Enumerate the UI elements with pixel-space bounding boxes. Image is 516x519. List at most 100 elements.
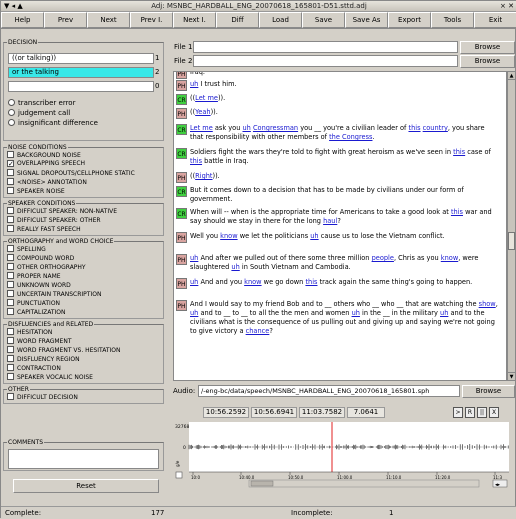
utterance-text[interactable]: ((Let me)). — [190, 94, 500, 103]
audio-browse-button[interactable]: Browse — [462, 385, 515, 398]
pause-button[interactable]: || — [477, 407, 487, 418]
speaker-tag[interactable]: PH — [176, 72, 187, 79]
checkbox-word-fragment[interactable]: WORD FRAGMENT — [7, 337, 72, 346]
radio-transcriber-error[interactable]: transcriber error — [8, 99, 75, 108]
utterance-text[interactable]: uh I trust him. — [190, 80, 500, 89]
checkbox-other-orthography[interactable]: OTHER ORTHOGRAPHY — [7, 263, 86, 272]
checkbox-punctuation[interactable]: PUNCTUATION — [7, 299, 60, 308]
checkbox-uncertain-transcription[interactable]: UNCERTAIN TRANSCRIPTION — [7, 290, 101, 299]
checkbox-icon[interactable] — [7, 225, 14, 232]
file2-browse-button[interactable]: Browse — [460, 55, 515, 68]
toolbar-button-prev[interactable]: Prev — [44, 12, 87, 28]
checkbox-icon[interactable] — [7, 272, 14, 279]
checkbox-compound-word[interactable]: COMPOUND WORD — [7, 254, 74, 263]
checkbox-icon[interactable] — [7, 187, 14, 194]
checkbox-speaker-noise[interactable]: SPEAKER NOISE — [7, 187, 65, 196]
utterance-text[interactable]: When will -- when is the appropriate tim… — [190, 208, 500, 226]
checkbox-icon[interactable] — [7, 393, 14, 400]
toolbar-button-next-i-[interactable]: Next I. — [173, 12, 216, 28]
checkbox-icon[interactable] — [7, 337, 14, 344]
decision-option-2[interactable]: or the talking — [8, 67, 154, 78]
scroll-down-icon[interactable]: ▼ — [508, 372, 515, 380]
waveform-hscroll[interactable] — [248, 479, 480, 488]
utterance-text[interactable]: But it comes down to a decision that has… — [190, 186, 500, 204]
scroll-up-icon[interactable]: ▲ — [508, 72, 515, 80]
speaker-tag[interactable]: PH — [176, 232, 187, 243]
checkbox-icon[interactable] — [7, 263, 14, 270]
file2-field[interactable] — [193, 55, 458, 67]
checkbox-icon[interactable] — [7, 178, 14, 185]
speaker-tag[interactable]: CR — [176, 124, 187, 135]
scroll-arrows-icon[interactable]: ◂▸ — [495, 482, 501, 488]
toolbar-button-diff[interactable]: Diff — [216, 12, 259, 28]
checkbox-unknown-word[interactable]: UNKNOWN WORD — [7, 281, 71, 290]
checkbox-icon[interactable] — [7, 281, 14, 288]
audio-path-field[interactable]: /-eng-bc/data/speech/MSNBC_HARDBALL_ENG_… — [198, 385, 460, 397]
utterance-text[interactable]: Iraq. — [190, 72, 500, 77]
checkbox-hesitation[interactable]: HESITATION — [7, 328, 52, 337]
utterance-text[interactable]: ((Yeah)). — [190, 108, 500, 117]
checkbox-proper-name[interactable]: PROPER NAME — [7, 272, 61, 281]
checkbox-difficult-speaker-other[interactable]: DIFFICULT SPEAKER: OTHER — [7, 216, 101, 225]
waveform-display[interactable]: 32768 0 g/e 10:0 10:40.0 10:50.0 11:00.0 11:… — [175, 422, 509, 490]
checkbox-capitalization[interactable]: CAPITALIZATION — [7, 308, 66, 317]
utterance-text[interactable]: Let me ask you uh Congressman you __ you… — [190, 124, 500, 142]
checkbox-icon[interactable] — [7, 355, 14, 362]
toolbar-button-exit[interactable]: Exit — [474, 12, 516, 28]
checkbox-icon[interactable] — [7, 346, 14, 353]
speaker-tag[interactable]: PH — [176, 80, 187, 91]
checkbox-background-noise[interactable]: BACKGROUND NOISE — [7, 151, 81, 160]
checkbox-signal-dropouts-cellphone-static[interactable]: SIGNAL DROPOUTS/CELLPHONE STATIC — [7, 169, 135, 178]
checkbox-icon[interactable] — [7, 245, 14, 252]
toolbar-button-prev-i-[interactable]: Prev I. — [130, 12, 173, 28]
checkbox-disfluency-region[interactable]: DISFLUENCY REGION — [7, 355, 80, 364]
transcript-scrollbar[interactable]: ▲ ▼ — [507, 71, 516, 381]
checkbox-icon[interactable] — [7, 373, 14, 380]
decision-option-3[interactable] — [8, 81, 154, 92]
utterance-text[interactable]: And I would say to my friend Bob and to … — [190, 300, 500, 336]
checkbox-icon[interactable] — [7, 216, 14, 223]
decision-option-1[interactable]: ((or talking)) — [8, 53, 154, 64]
checkbox-icon[interactable] — [7, 328, 14, 335]
speaker-tag[interactable]: CR — [176, 208, 187, 219]
window-controls[interactable]: × ✕ — [500, 2, 514, 11]
checkbox-speaker-vocalic-noise[interactable]: SPEAKER VOCALIC NOISE — [7, 373, 93, 382]
toolbar-button-save[interactable]: Save — [302, 12, 345, 28]
transcript-pane[interactable]: PH Iraq. PH uh I trust him. CR ((Let me)). PH(… — [173, 71, 507, 381]
file1-field[interactable] — [193, 41, 458, 53]
reset-button[interactable]: Reset — [13, 479, 159, 493]
toolbar-button-next[interactable]: Next — [87, 12, 130, 28]
toolbar-button-load[interactable]: Load — [259, 12, 302, 28]
utterance-text[interactable]: Soldiers fight the wars they're told to … — [190, 148, 500, 166]
checkbox-icon[interactable] — [7, 151, 14, 158]
utterance-text[interactable]: uh And after we pulled out of there some… — [190, 254, 500, 272]
speaker-tag[interactable]: CR — [176, 186, 187, 197]
speaker-tag[interactable]: PH — [176, 108, 187, 119]
radio-circle-icon[interactable] — [8, 109, 15, 116]
checkbox-difficult-speaker-non-native[interactable]: DIFFICULT SPEAKER: NON-NATIVE — [7, 207, 117, 216]
speaker-tag[interactable]: CR — [176, 94, 187, 105]
comments-textarea[interactable] — [8, 449, 159, 469]
checkbox-difficult-decision[interactable]: DIFFICULT DECISION — [7, 393, 78, 402]
checkbox-icon[interactable] — [7, 308, 14, 315]
checkbox-icon[interactable] — [7, 254, 14, 261]
waveform-hscroll-thumb[interactable] — [250, 480, 274, 487]
checkbox-icon[interactable] — [7, 207, 14, 214]
radio-judgement-call[interactable]: judgement call — [8, 109, 70, 118]
scroll-thumb[interactable] — [508, 232, 515, 250]
speaker-tag[interactable]: PH — [176, 254, 187, 265]
utterance-text[interactable]: Well you know we let the politicians uh … — [190, 232, 500, 241]
gain-checkbox[interactable] — [175, 471, 183, 479]
toolbar-button-help[interactable]: Help — [1, 12, 44, 28]
checkbox-icon[interactable] — [7, 299, 14, 306]
toolbar-button-export[interactable]: Export — [388, 12, 431, 28]
radio-circle-icon[interactable] — [8, 119, 15, 126]
play-button[interactable]: > — [453, 407, 463, 418]
checkbox--noise-annotation[interactable]: <NOISE> ANNOTATION — [7, 178, 87, 187]
checkbox-icon[interactable] — [7, 169, 14, 176]
speaker-tag[interactable]: PH — [176, 300, 187, 311]
checkbox-contraction[interactable]: CONTRACTION — [7, 364, 61, 373]
speaker-tag[interactable]: PH — [176, 278, 187, 289]
speaker-tag[interactable]: PH — [176, 172, 187, 183]
checkbox-icon[interactable]: ✓ — [7, 160, 14, 168]
